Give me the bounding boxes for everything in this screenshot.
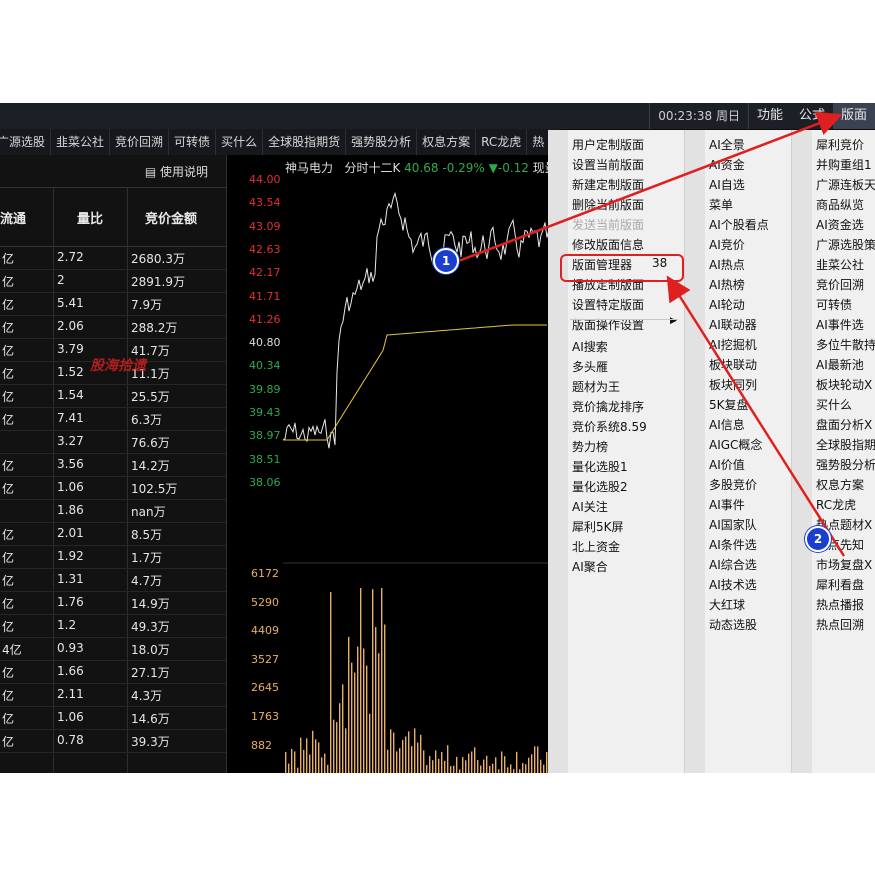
- annotation-arrows: [455, 111, 846, 557]
- step-badge-2: 2: [805, 526, 831, 552]
- arrow-2: [666, 275, 846, 557]
- arrow-1: [455, 111, 843, 264]
- step-badge-1: 1: [433, 248, 459, 274]
